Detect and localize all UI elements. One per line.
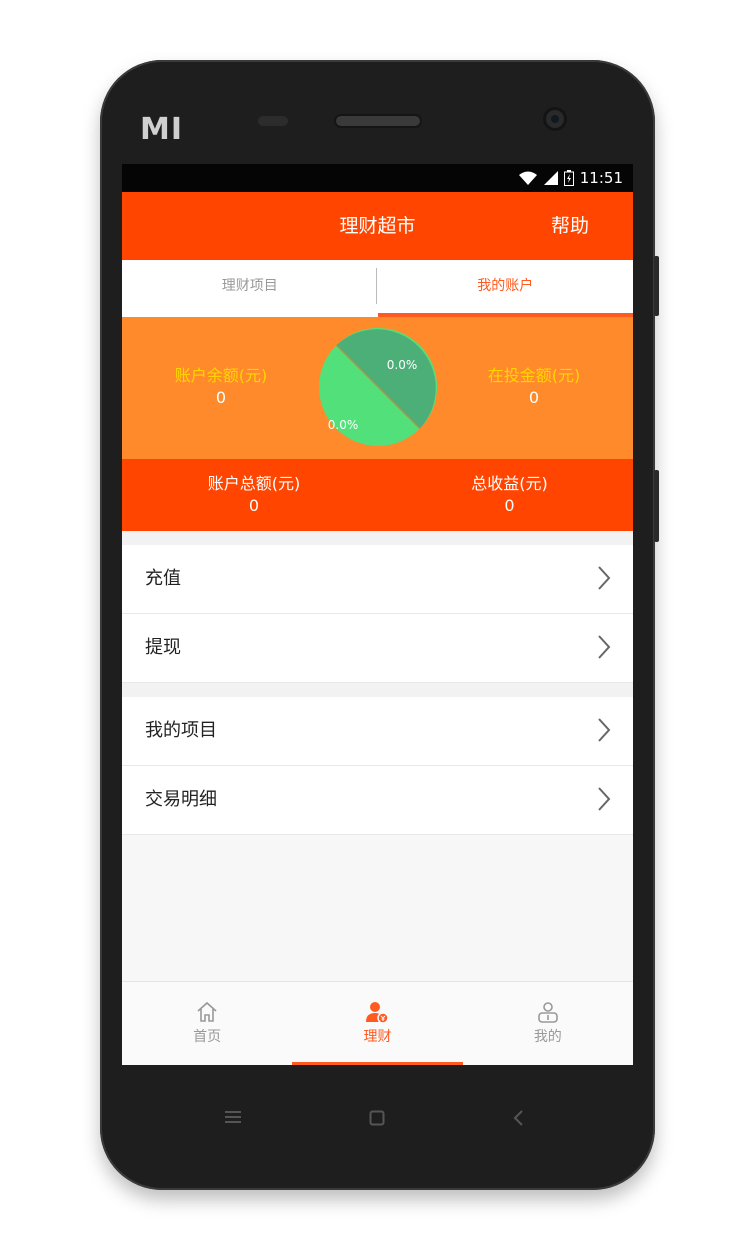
pie-label-0: 0.0% (387, 358, 418, 372)
balance-stat: 账户余额(元) 0 (122, 365, 320, 409)
menu-key-icon[interactable] (224, 1110, 242, 1124)
status-time: 11:51 (579, 169, 623, 187)
profile-icon (538, 1002, 558, 1023)
nav-finance-label: 理财 (363, 1029, 392, 1045)
earnings-value: 0 (504, 496, 515, 515)
power-button (654, 470, 659, 542)
total-value: 0 (248, 496, 260, 515)
chevron-right-icon (598, 566, 611, 590)
volume-button (654, 256, 659, 316)
bottom-nav: 首页 理财 我的 (122, 981, 633, 1065)
pie-label-1: 0.0% (328, 418, 359, 432)
wifi-icon (518, 171, 537, 185)
help-button[interactable]: 帮助 (551, 192, 589, 260)
earnings-stat: 总收益(元) 0 (386, 473, 633, 517)
tab-finance-projects[interactable]: 理财项目 (122, 260, 378, 317)
total-label: 账户总额(元) (207, 474, 301, 493)
invested-stat: 在投金额(元) 0 (435, 365, 633, 409)
chevron-right-icon (598, 635, 611, 659)
phone-frame: MI 11:51 理财超市 帮助 理财项目 我的账户 账户余额(元) 0 0.0… (100, 60, 659, 1190)
menu-label: 我的项目 (145, 720, 217, 741)
proximity-sensor (258, 116, 288, 126)
menu-item-withdraw[interactable]: 提现 (122, 614, 633, 683)
invested-label: 在投金额(元) (487, 366, 581, 385)
menu-label: 交易明细 (145, 789, 217, 810)
tab-bar: 理财项目 我的账户 (122, 260, 633, 317)
tab-my-account[interactable]: 我的账户 (377, 260, 634, 317)
balance-value: 0 (215, 388, 227, 407)
invested-value: 0 (528, 388, 540, 407)
nav-home-label: 首页 (193, 1029, 222, 1045)
home-key-icon[interactable] (369, 1110, 385, 1126)
chevron-right-icon (598, 718, 611, 742)
finance-user-icon (366, 1002, 390, 1024)
app-bar: 理财超市 帮助 (122, 192, 633, 260)
front-camera (546, 110, 564, 128)
total-stat: 账户总额(元) 0 (122, 473, 386, 517)
menu-label: 提现 (145, 637, 181, 658)
balance-label: 账户余额(元) (174, 366, 268, 385)
menu-item-recharge[interactable]: 充值 (122, 545, 633, 614)
chevron-right-icon (598, 787, 611, 811)
signal-icon (543, 171, 558, 185)
screen: 11:51 理财超市 帮助 理财项目 我的账户 账户余额(元) 0 0.0% 0… (122, 164, 633, 1065)
account-pie-chart: 0.0% 0.0% (319, 328, 437, 446)
menu-item-my-projects[interactable]: 我的项目 (122, 697, 633, 766)
brand-logo: MI (140, 112, 184, 147)
section-gap (122, 531, 633, 545)
nav-finance[interactable]: 理财 (292, 982, 463, 1065)
menu-item-transactions[interactable]: 交易明细 (122, 766, 633, 835)
home-icon (197, 1001, 217, 1022)
status-bar: 11:51 (122, 164, 633, 192)
nav-home[interactable]: 首页 (122, 982, 292, 1065)
earnings-label: 总收益(元) (471, 474, 548, 493)
back-key-icon[interactable] (512, 1110, 524, 1126)
section-gap (122, 683, 633, 697)
nav-mine[interactable]: 我的 (463, 982, 633, 1065)
battery-icon (563, 170, 574, 186)
menu-label: 充值 (145, 568, 181, 589)
earpiece-speaker (336, 116, 420, 126)
account-summary-top: 账户余额(元) 0 0.0% 0.0% 在投金额(元) 0 (122, 317, 633, 459)
nav-mine-label: 我的 (533, 1029, 562, 1045)
account-summary-bottom: 账户总额(元) 0 总收益(元) 0 (122, 459, 633, 531)
